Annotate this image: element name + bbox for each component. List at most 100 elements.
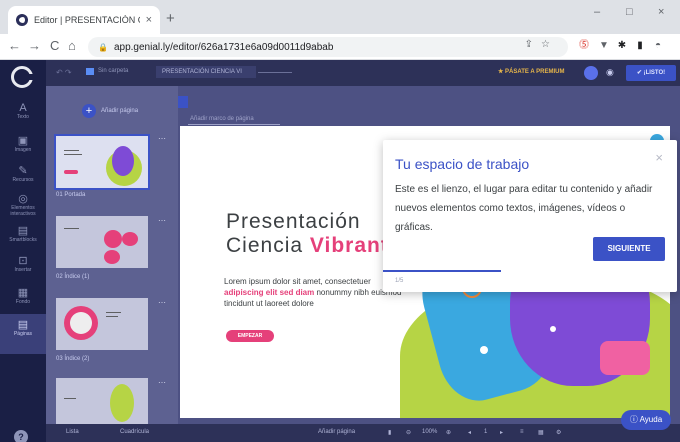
thumb-art [104, 250, 120, 264]
settings-icon[interactable]: ⚙ [556, 429, 561, 436]
text-icon: A [19, 102, 27, 114]
share-and-bookmark-icons[interactable]: ⇪☆ [525, 39, 558, 50]
rail-item-label: Elementos interactivos [10, 205, 36, 217]
interactive-icon: ◎ [18, 193, 28, 205]
address-bar[interactable]: 🔒 app.genial.ly/editor/626a1731e6a09d001… [88, 37, 568, 57]
lock-icon: 🔒 [98, 42, 108, 52]
forward-button[interactable]: → [28, 38, 41, 53]
home-button[interactable]: ⌂ [68, 38, 76, 53]
thumb-title: ▬▬▬▬▬ [64, 226, 79, 230]
onboarding-tooltip: × Tu espacio de trabajo Este es el lienz… [383, 140, 677, 292]
maximize-button[interactable]: □ [626, 6, 633, 18]
page-thumbnail-2[interactable]: ▬▬▬▬▬ [56, 216, 148, 268]
delete-icon[interactable]: ▮ [388, 429, 391, 436]
grid-icon[interactable]: ▦ [538, 429, 544, 436]
close-icon[interactable]: × [655, 150, 663, 165]
plus-icon: + [82, 104, 96, 118]
pink-box-art [600, 341, 650, 375]
minimize-button[interactable]: – [594, 6, 600, 18]
page-number: 1 [484, 429, 488, 435]
rail-item-label: Páginas [13, 331, 33, 337]
white-dot-art [480, 346, 488, 354]
reading-list-icon[interactable]: ▮ [634, 40, 646, 52]
pages-panel: + Añadir página ▬▬▬▬▬ ▬▬▬▬▬▬ ⋯ 01 Portada… [46, 86, 178, 442]
page-label: 01 Portada [56, 192, 86, 198]
zoom-in-icon[interactable]: ⊕ [446, 429, 451, 436]
rail-item-pages[interactable]: ▤ Páginas [0, 314, 46, 354]
next-button[interactable]: SIGUIENTE [593, 237, 665, 261]
title-prefix: Ciencia [226, 234, 310, 257]
rail-item-label: Smartblocks [9, 237, 37, 243]
next-page-icon[interactable]: ▸ [500, 429, 503, 436]
browser-toolbar: ← → C ⌂ 🔒 app.genial.ly/editor/626a1731e… [0, 34, 680, 60]
help-icon[interactable]: ? [14, 430, 28, 442]
back-button[interactable]: ← [8, 38, 21, 53]
folder-icon [86, 68, 94, 75]
page-thumbnail-1[interactable]: ▬▬▬▬▬ ▬▬▬▬▬▬ [54, 134, 150, 190]
browser-tabstrip: Editor | PRESENTACIÓN CIENCIA × + – □ × [0, 0, 680, 34]
body-bold: adipiscing elit sed diam [224, 288, 315, 297]
url-text: app.genial.ly/editor/626a1731e6a09d0011d… [113, 41, 334, 53]
canvas-bottombar: Añadir página ▮ ⊖ 100% ⊕ ◂ 1 ▸ ≡ ▦ ⚙ [178, 424, 680, 442]
folder-label[interactable]: Sin carpeta [98, 68, 128, 74]
profile-icon[interactable]: ◓ [652, 40, 664, 52]
slide-body-text[interactable]: Lorem ipsum dolor sit amet, consectetuer… [224, 276, 404, 309]
pages-panel-footer: Lista Cuadrícula [46, 424, 178, 442]
editor-topbar: ↶ ↷ Sin carpeta PRESENTACIÓN CIENCIA VI … [46, 60, 680, 86]
list-view-button[interactable]: Lista [66, 429, 79, 435]
avatar[interactable] [584, 66, 598, 80]
filter-extension-icon[interactable]: ▼ [598, 40, 610, 52]
title-accent: Vibrant [309, 234, 389, 257]
page-options-icon[interactable]: ⋯ [158, 298, 166, 307]
rail-item-label: Texto [17, 114, 29, 120]
background-icon: ▦ [17, 287, 29, 299]
preview-eye-icon[interactable]: ◉ [606, 67, 614, 78]
add-page-button[interactable]: + Añadir página [82, 104, 138, 118]
thumb-art [122, 232, 138, 246]
tab-title: Editor | PRESENTACIÓN CIENCIA [34, 15, 140, 25]
help-label: Ayuda [639, 415, 663, 424]
smartblocks-icon: ▤ [17, 225, 29, 237]
page-label: 03 Índice (2) [56, 356, 90, 362]
thumb-art [70, 312, 92, 334]
slide-title-line2[interactable]: Ciencia Vibrant [226, 234, 389, 258]
undo-redo-icons[interactable]: ↶ ↷ [56, 68, 72, 77]
page-options-icon[interactable]: ⋯ [158, 378, 166, 387]
hint-underline [188, 124, 280, 125]
add-page-bottom-button[interactable]: Añadir página [318, 429, 355, 435]
rail-item-label: Imagen [14, 147, 32, 153]
tooltip-title: Tu espacio de trabajo [395, 156, 530, 172]
zoom-out-icon[interactable]: ⊖ [406, 429, 411, 436]
pinterest-extension-icon[interactable]: ⓹ [578, 40, 590, 52]
page-options-icon[interactable]: ⋯ [158, 216, 166, 225]
resources-icon: ✎ [18, 165, 28, 177]
add-page-label: Añadir página [101, 108, 139, 114]
page-options-icon[interactable]: ⋯ [158, 134, 166, 143]
puzzle-extension-icon[interactable]: ✱ [616, 40, 628, 52]
thumb-art [104, 230, 122, 248]
thumb-art [64, 170, 78, 174]
project-name-field[interactable]: PRESENTACIÓN CIENCIA VI [156, 66, 256, 78]
grid-view-button[interactable]: Cuadrícula [120, 429, 149, 435]
tab-close-icon[interactable]: × [146, 14, 152, 26]
new-tab-button[interactable]: + [166, 10, 175, 27]
add-page-frame-hint[interactable]: Añadir marco de página [190, 116, 254, 122]
reload-button[interactable]: C [50, 38, 59, 53]
slide-title-line1[interactable]: Presentación [226, 210, 361, 234]
rail-item-label: Recursos [12, 177, 34, 183]
image-icon: ▣ [17, 135, 29, 147]
genially-favicon-icon [16, 14, 28, 26]
slide-start-button[interactable]: EMPEZAR [226, 330, 274, 342]
prev-page-icon[interactable]: ◂ [468, 429, 471, 436]
editor-rail: A Texto ▣ Imagen ✎ Recursos ◎ Elementos … [0, 60, 46, 442]
help-button[interactable]: ⓘ Ayuda [621, 410, 671, 430]
page-thumbnail-3[interactable]: ▬▬▬▬▬ ▬▬▬▬ [56, 298, 148, 350]
genially-logo-icon[interactable] [11, 66, 33, 88]
list-icon[interactable]: ≡ [520, 429, 524, 435]
canvas-page-marker [178, 96, 188, 108]
browser-tab[interactable]: Editor | PRESENTACIÓN CIENCIA × [8, 6, 160, 34]
close-window-button[interactable]: × [658, 6, 664, 18]
page-thumbnail-4[interactable]: ▬▬▬▬ [56, 378, 148, 424]
ready-button[interactable]: ✔ ¡LISTO! [626, 65, 676, 81]
premium-link[interactable]: ★ PÁSATE A PREMIUM [498, 68, 565, 75]
